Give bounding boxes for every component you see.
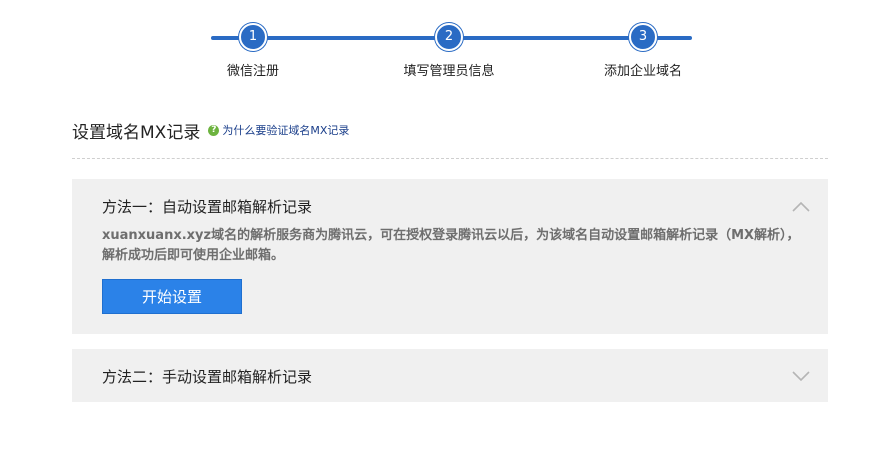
step-number: 3: [629, 23, 657, 51]
help-link[interactable]: 为什么要验证域名MX记录: [222, 122, 349, 138]
chevron-up-icon[interactable]: [792, 200, 810, 212]
chevron-down-icon[interactable]: [792, 370, 810, 382]
method-auto-title[interactable]: 方法一：自动设置邮箱解析记录: [102, 196, 312, 217]
step-wechat-register: 1 微信注册: [153, 23, 353, 79]
section-divider: [72, 158, 828, 159]
page-title: 设置域名MX记录: [72, 122, 201, 143]
help-link-wrapper[interactable]: ? 为什么要验证域名MX记录: [208, 122, 349, 138]
question-icon[interactable]: ?: [208, 124, 220, 136]
method-manual-panel[interactable]: 方法二：手动设置邮箱解析记录: [72, 349, 828, 402]
progress-stepper: 1 微信注册 2 填写管理员信息 3 添加企业域名: [0, 0, 895, 90]
step-number: 1: [239, 23, 267, 51]
step-add-domain: 3 添加企业域名: [543, 23, 743, 79]
title-row: 设置域名MX记录 ? 为什么要验证域名MX记录: [72, 118, 349, 143]
method-auto-panel: 方法一：自动设置邮箱解析记录 xuanxuanx.xyz域名的解析服务商为腾讯云…: [72, 179, 828, 334]
step-label: 添加企业域名: [603, 64, 682, 79]
step-admin-info: 2 填写管理员信息: [349, 23, 549, 79]
step-number: 2: [435, 23, 463, 51]
method-manual-title[interactable]: 方法二：手动设置邮箱解析记录: [102, 366, 312, 387]
start-setup-button[interactable]: 开始设置: [102, 279, 242, 314]
step-label: 填写管理员信息: [403, 64, 495, 79]
step-label: 微信注册: [226, 64, 279, 79]
method-auto-description: xuanxuanx.xyz域名的解析服务商为腾讯云，可在授权登录腾讯云以后，为该…: [102, 228, 800, 263]
